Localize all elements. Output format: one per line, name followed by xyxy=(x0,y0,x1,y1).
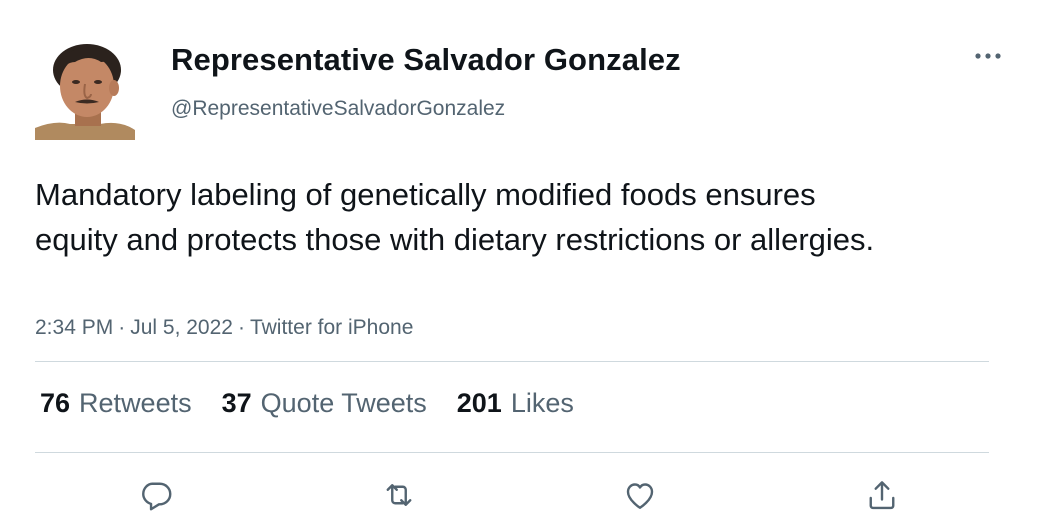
share-button[interactable] xyxy=(862,475,902,515)
tweet-meta: 2:34 PM · Jul 5, 2022 · Twitter for iPhone xyxy=(35,316,413,340)
quote-tweets-label: Quote Tweets xyxy=(260,388,427,418)
avatar[interactable] xyxy=(35,40,135,140)
divider xyxy=(35,361,989,362)
more-options-button[interactable] xyxy=(970,44,1006,68)
meta-separator: · xyxy=(118,316,126,339)
engagement-stats: 76 Retweets 37 Quote Tweets 201 Likes xyxy=(40,388,574,419)
likes-stat[interactable]: 201 Likes xyxy=(457,388,574,419)
like-button[interactable] xyxy=(620,475,660,515)
retweets-label: Retweets xyxy=(79,388,192,418)
tweet-date[interactable]: Jul 5, 2022 xyxy=(130,316,233,339)
display-name[interactable]: Representative Salvador Gonzalez xyxy=(171,42,681,78)
retweets-count: 76 xyxy=(40,388,71,418)
retweet-icon xyxy=(386,484,412,506)
user-handle[interactable]: @RepresentativeSalvadorGonzalez xyxy=(171,97,505,121)
retweet-button[interactable] xyxy=(379,475,419,515)
reply-button[interactable] xyxy=(136,475,176,515)
more-icon xyxy=(975,53,1001,59)
quote-tweets-count: 37 xyxy=(221,388,252,418)
meta-separator: · xyxy=(237,316,245,339)
share-icon xyxy=(869,481,895,510)
retweets-stat[interactable]: 76 Retweets xyxy=(40,388,192,419)
likes-label: Likes xyxy=(510,388,574,418)
tweet-source[interactable]: Twitter for iPhone xyxy=(250,316,413,339)
quote-tweets-stat[interactable]: 37 Quote Tweets xyxy=(222,388,427,419)
heart-icon xyxy=(626,483,654,509)
tweet-text: Mandatory labeling of genetically modifi… xyxy=(35,177,875,257)
divider xyxy=(35,452,989,453)
reply-icon xyxy=(142,482,172,511)
tweet-time[interactable]: 2:34 PM xyxy=(35,316,113,339)
profile-photo xyxy=(35,40,135,140)
likes-count: 201 xyxy=(456,388,502,418)
